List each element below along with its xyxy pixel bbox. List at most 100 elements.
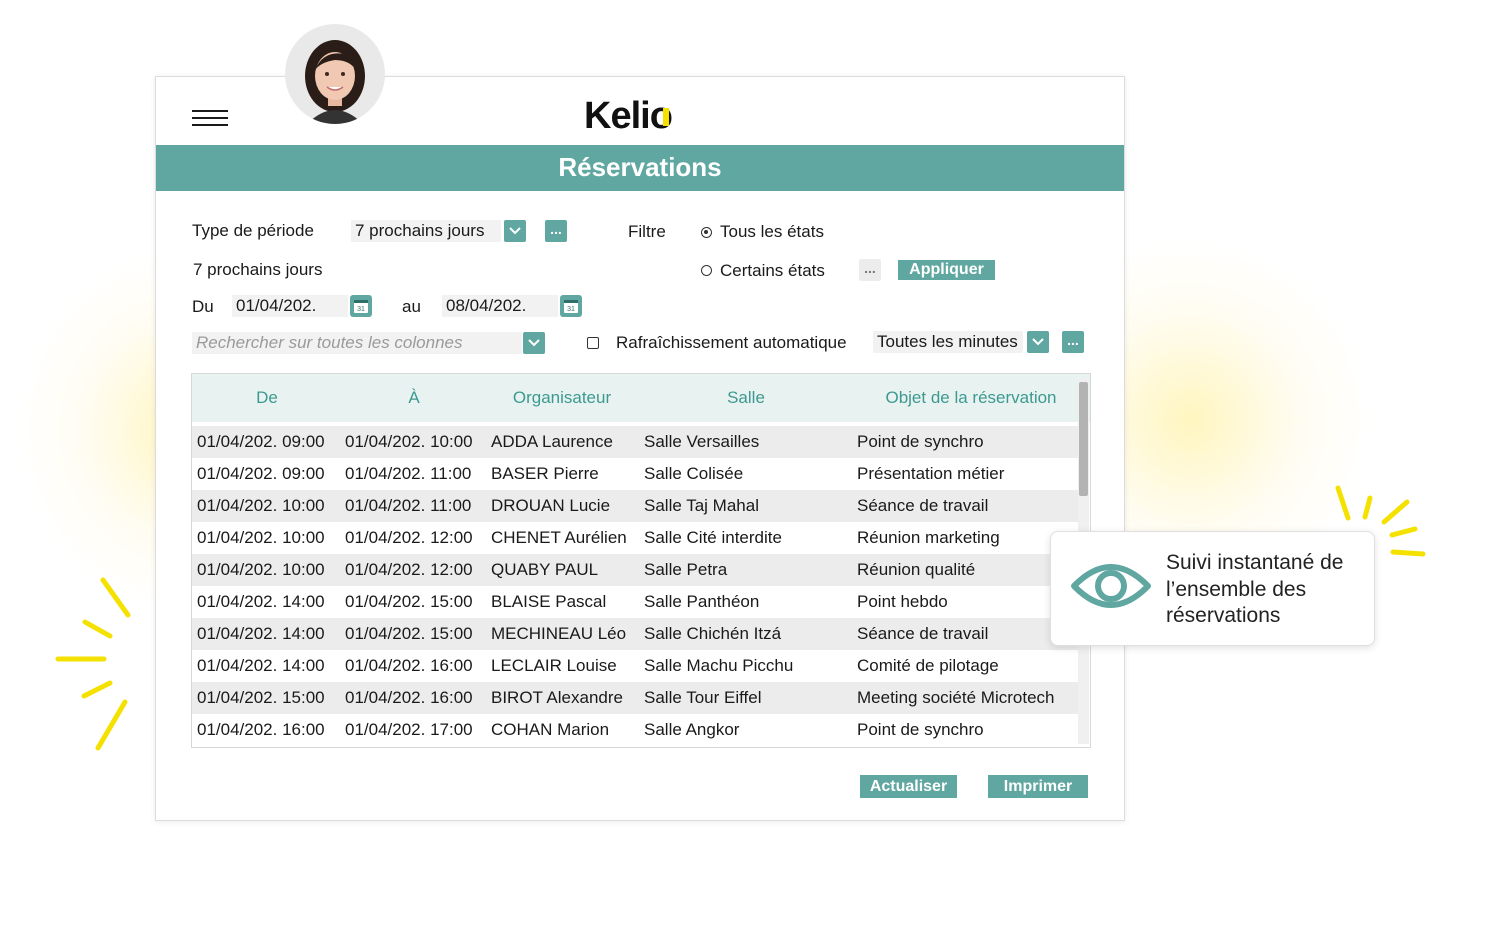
period-summary: 7 prochains jours <box>193 260 323 279</box>
svg-text:31: 31 <box>357 306 365 313</box>
cell-organizer: CHENET Aurélien <box>491 528 627 547</box>
cell-room: Salle Panthéon <box>644 592 760 611</box>
cell-organizer: BIROT Alexandre <box>491 688 623 707</box>
chevron-down-icon <box>509 227 521 235</box>
cell-organizer: ADDA Laurence <box>491 432 613 451</box>
refresh-interval-dropdown-button[interactable] <box>1027 331 1049 353</box>
logo-letter-o: o <box>649 95 673 137</box>
column-header-room[interactable]: Salle <box>638 374 854 422</box>
refresh-options-button[interactable]: ... <box>1062 331 1084 353</box>
table-row[interactable]: 01/04/202. 15:00 01/04/202. 16:00 BIROT Al… <box>192 682 1078 714</box>
cell-subject: Point hebdo <box>857 592 948 611</box>
column-header-from[interactable]: De <box>192 374 342 422</box>
cell-organizer: BLAISE Pascal <box>491 592 607 611</box>
cell-from: 01/04/202. 10:00 <box>197 528 325 547</box>
search-input[interactable]: Rechercher sur toutes les colonnes <box>192 332 522 354</box>
radio-some-states-label: Certains états <box>720 261 825 280</box>
cell-room: Salle Colisée <box>644 464 744 483</box>
table-row[interactable]: 01/04/202. 09:00 01/04/202. 11:00 BASER Pi… <box>192 458 1078 490</box>
svg-text:31: 31 <box>567 306 575 313</box>
cell-from: 01/04/202. 15:00 <box>197 688 325 707</box>
cell-subject: Réunion marketing <box>857 528 1000 547</box>
table-row[interactable]: 01/04/202. 09:00 01/04/202. 10:00 ADDA Lau… <box>192 426 1078 458</box>
period-type-label: Type de période <box>192 221 314 240</box>
cell-organizer: MECHINEAU Léo <box>491 624 627 643</box>
cell-subject: Séance de travail <box>857 496 989 515</box>
auto-refresh-checkbox[interactable] <box>587 337 599 349</box>
info-callout: Suivi instantané de l’ensemble des réser… <box>1050 531 1375 646</box>
chevron-down-icon <box>1032 338 1044 346</box>
cell-to: 01/04/202. 15:00 <box>345 624 473 643</box>
chevron-down-icon <box>528 339 540 347</box>
callout-text: Suivi instantané de l’ensemble des réser… <box>1166 551 1344 627</box>
from-date-field[interactable]: 01/04/202. <box>232 295 348 317</box>
kelio-logo: Kelio <box>584 95 673 137</box>
table-row[interactable]: 01/04/202. 14:00 01/04/202. 15:00 BLAISE P… <box>192 586 1078 618</box>
logo-accent-bar <box>662 108 669 126</box>
cell-organizer: BASER Pierre <box>491 464 599 483</box>
cell-from: 01/04/202. 16:00 <box>197 720 325 739</box>
search-dropdown-button[interactable] <box>523 332 545 354</box>
table-row[interactable]: 01/04/202. 14:00 01/04/202. 16:00 LECLAIR … <box>192 650 1078 682</box>
apply-button[interactable]: Appliquer <box>898 260 995 280</box>
cell-room: Salle Cité interdite <box>644 528 782 547</box>
cell-room: Salle Versailles <box>644 432 760 451</box>
cell-room: Salle Angkor <box>644 720 740 739</box>
period-options-button[interactable]: ... <box>545 220 567 242</box>
calendar-from-icon: 31 <box>354 300 368 313</box>
cell-organizer: LECLAIR Louise <box>491 656 617 675</box>
table-row[interactable]: 01/04/202. 16:00 01/04/202. 17:00 COHAN Ma… <box>192 714 1078 746</box>
cell-room: Salle Petra <box>644 560 728 579</box>
table-row[interactable]: 01/04/202. 10:00 01/04/202. 11:00 DROUAN L… <box>192 490 1078 522</box>
reservations-window: Kelio Réservations Type de période 7 pro… <box>155 76 1125 821</box>
cell-room: Salle Machu Picchu <box>644 656 794 675</box>
cell-subject: Présentation métier <box>857 464 1005 483</box>
eye-icon <box>1071 564 1151 608</box>
table-row[interactable]: 01/04/202. 14:00 01/04/202. 15:00 MECHINEA… <box>192 618 1078 650</box>
print-button[interactable]: Imprimer <box>988 775 1088 798</box>
cell-to: 01/04/202. 12:00 <box>345 528 473 547</box>
cell-from: 01/04/202. 10:00 <box>197 560 325 579</box>
column-header-subject[interactable]: Objet de la réservation <box>854 374 1088 422</box>
table-body: 01/04/202. 09:00 01/04/202. 10:00 ADDA Lau… <box>192 426 1078 746</box>
cell-from: 01/04/202. 14:00 <box>197 624 325 643</box>
period-type-dropdown-button[interactable] <box>504 220 526 242</box>
sparkle-left-icon <box>55 577 131 751</box>
table-row[interactable]: 01/04/202. 10:00 01/04/202. 12:00 QUABY PA… <box>192 554 1078 586</box>
radio-all-states-label: Tous les états <box>720 222 824 241</box>
reservations-table: De À Organisateur Salle Objet de la rése… <box>191 373 1091 748</box>
radio-all-states[interactable] <box>701 227 712 238</box>
table-row[interactable]: 01/04/202. 10:00 01/04/202. 12:00 CHENET A… <box>192 522 1078 554</box>
table-header: De À Organisateur Salle Objet de la rése… <box>192 374 1090 422</box>
refresh-interval-select[interactable]: Toutes les minutes <box>873 331 1023 353</box>
filter-label: Filtre <box>628 222 666 241</box>
auto-refresh-label: Rafraîchissement automatique <box>616 333 847 352</box>
to-label: au <box>402 297 421 316</box>
cell-subject: Séance de travail <box>857 624 989 643</box>
calendar-icon[interactable]: 31 <box>560 295 582 317</box>
to-date-field[interactable]: 08/04/202. <box>442 295 558 317</box>
cell-to: 01/04/202. 16:00 <box>345 688 473 707</box>
column-header-organizer[interactable]: Organisateur <box>488 374 636 422</box>
page-title: Réservations <box>156 145 1124 191</box>
cell-to: 01/04/202. 11:00 <box>345 464 472 483</box>
calendar-icon[interactable]: 31 <box>350 295 372 317</box>
hamburger-icon[interactable] <box>192 110 228 126</box>
cell-room: Salle Tour Eiffel <box>644 688 762 707</box>
cell-subject: Réunion qualité <box>857 560 976 579</box>
radio-some-states[interactable] <box>701 265 712 276</box>
from-label: Du <box>192 297 214 316</box>
cell-subject: Meeting société Microtech <box>857 688 1055 707</box>
refresh-button[interactable]: Actualiser <box>860 775 957 798</box>
states-options-button[interactable]: ... <box>859 259 881 281</box>
scrollbar-thumb[interactable] <box>1079 382 1088 496</box>
avatar-portrait-icon <box>305 40 365 124</box>
cell-from: 01/04/202. 09:00 <box>197 464 325 483</box>
cell-room: Salle Taj Mahal <box>644 496 759 515</box>
period-type-select[interactable]: 7 prochains jours <box>351 220 501 242</box>
cell-to: 01/04/202. 15:00 <box>345 592 473 611</box>
cell-subject: Comité de pilotage <box>857 656 999 675</box>
column-header-to[interactable]: À <box>340 374 488 422</box>
cell-organizer: COHAN Marion <box>491 720 610 739</box>
cell-from: 01/04/202. 10:00 <box>197 496 325 515</box>
